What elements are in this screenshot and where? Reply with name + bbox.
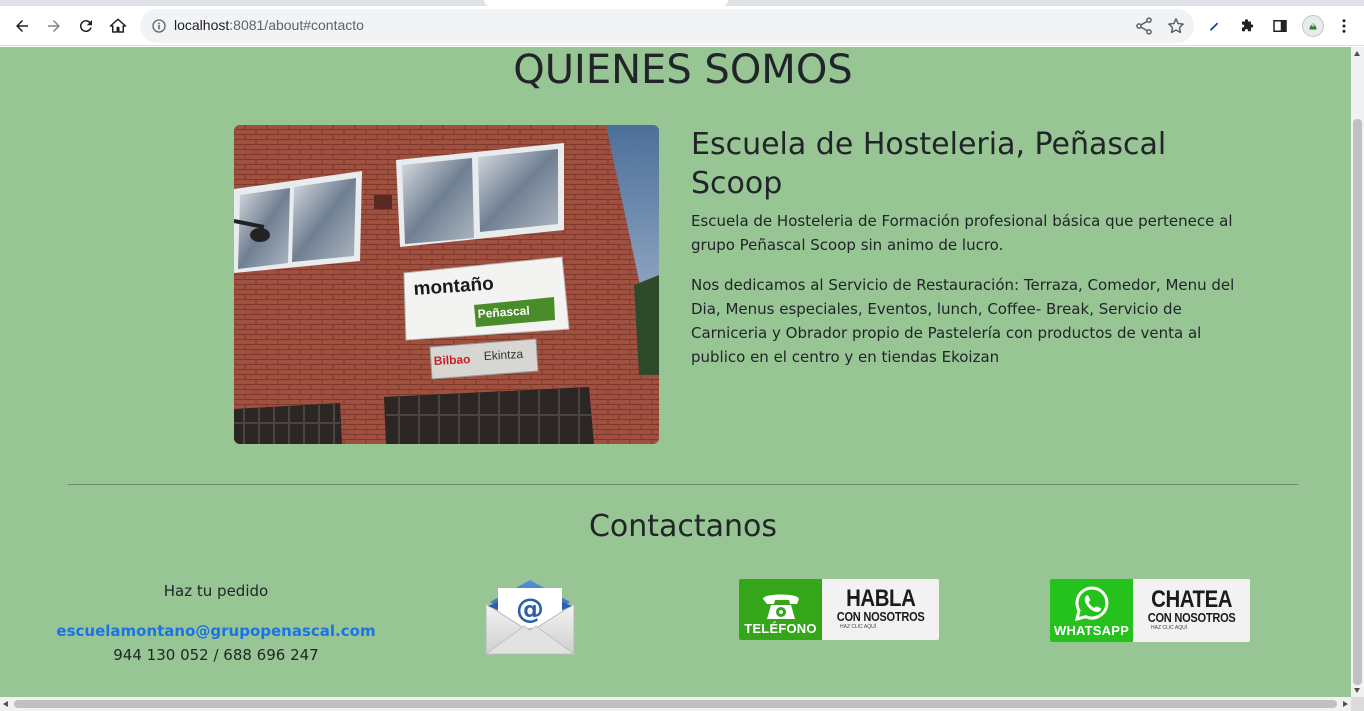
pen-extension-icon <box>1210 22 1218 31</box>
forward-button[interactable] <box>40 12 68 40</box>
order-lead: Haz tu pedido <box>163 582 269 600</box>
whatsapp-label: WHATSAPP <box>1053 623 1130 638</box>
about-section: Escuela de Hosteleria, Peñascal Scoop Es… <box>691 125 1237 385</box>
svg-text:@: @ <box>516 592 544 625</box>
back-button[interactable] <box>8 12 36 40</box>
phone-label: TELÉFONO <box>744 621 817 636</box>
horizontal-scrollbar[interactable] <box>0 697 1351 711</box>
section-divider <box>68 484 1298 485</box>
side-panel-button[interactable] <box>1266 12 1294 40</box>
page-viewport: QUIENES SOMOS montaño Peñascal Bilbao Ek… <box>0 47 1351 697</box>
sign-bilbao: Bilbao <box>433 352 470 368</box>
vertical-scroll-thumb[interactable] <box>1353 119 1362 685</box>
whatsapp-tiny-text: HAZ CLIC AQUÍ <box>1151 625 1188 631</box>
info-icon[interactable] <box>150 17 168 35</box>
about-heading: Escuela de Hosteleria, Peñascal Scoop <box>691 127 1167 201</box>
pen-extension-button[interactable] <box>1200 12 1228 40</box>
whatsapp-button[interactable]: WHATSAPP CHATEA CON NOSOTROS HAZ CLIC AQ… <box>1050 579 1250 642</box>
puzzle-extensions-icon <box>1242 19 1254 32</box>
extensions-button[interactable] <box>1234 12 1262 40</box>
profile-icon <box>1309 23 1317 30</box>
horizontal-scroll-thumb[interactable] <box>14 700 1337 708</box>
building-photo-graphic: montaño Peñascal Bilbao Ekintza <box>234 125 659 444</box>
whatsapp-panel: WHATSAPP <box>1050 579 1133 642</box>
url-text[interactable]: localhost:8081/about#contacto <box>174 17 364 33</box>
telephone-icon <box>762 594 799 619</box>
reload-button[interactable] <box>72 12 100 40</box>
sign-ekintza: Ekintza <box>483 347 523 363</box>
scroll-down-arrow-icon[interactable] <box>1354 688 1360 693</box>
home-icon <box>109 18 127 33</box>
back-icon <box>16 20 28 32</box>
call-tiny-text: HAZ CLIC AQUÍ <box>840 624 877 630</box>
school-building-photo: montaño Peñascal Bilbao Ekintza <box>234 125 659 444</box>
forward-icon <box>48 20 60 32</box>
home-button[interactable] <box>104 12 132 40</box>
email-link[interactable]: escuelamontano@grupopenascal.com <box>40 619 392 643</box>
browser-toolbar: localhost:8081/about#contacto <box>0 6 1364 46</box>
contact-title: Contactanos <box>588 509 778 544</box>
scroll-right-arrow-icon[interactable] <box>1343 700 1348 707</box>
call-text-panel: HABLA CON NOSOTROS HAZ CLIC AQUÍ <box>822 579 939 640</box>
call-big-text: HABLA <box>845 585 916 612</box>
kebab-menu-icon <box>1342 19 1346 33</box>
address-bar[interactable]: localhost:8081/about#contacto <box>140 9 1194 43</box>
order-info: Haz tu pedido escuelamontano@grupopenasc… <box>40 579 392 667</box>
about-paragraph-2: Nos dedicamos al Servicio de Restauració… <box>691 276 1235 366</box>
whatsapp-icon <box>1074 586 1108 622</box>
scroll-left-arrow-icon[interactable] <box>3 700 8 707</box>
scrollbar-corner <box>1351 697 1364 711</box>
whatsapp-big-text: CHATEA <box>1151 586 1232 613</box>
call-small-text: CON NOSOTROS <box>836 609 925 624</box>
share-icon[interactable] <box>1134 16 1154 36</box>
email-envelope-icon[interactable]: @ <box>484 580 576 656</box>
scroll-up-arrow-icon[interactable] <box>1354 51 1360 56</box>
profile-avatar[interactable] <box>1302 15 1324 37</box>
side-panel-icon <box>1273 20 1287 32</box>
call-us-button[interactable]: TELÉFONO HABLA CON NOSOTROS HAZ CLIC AQU… <box>739 579 939 640</box>
whatsapp-small-text: CON NOSOTROS <box>1147 610 1236 625</box>
menu-button[interactable] <box>1330 12 1358 40</box>
about-paragraph-1: Escuela de Hosteleria de Formación profe… <box>691 212 1233 254</box>
phone-panel: TELÉFONO <box>739 579 822 640</box>
vertical-scrollbar[interactable] <box>1351 47 1364 697</box>
page-title: QUIENES SOMOS <box>513 47 853 93</box>
whatsapp-text-panel: CHATEA CON NOSOTROS HAZ CLIC AQUÍ <box>1133 579 1250 642</box>
reload-icon <box>79 20 92 33</box>
phone-numbers: 944 130 052 / 688 696 247 <box>113 646 319 664</box>
bookmark-star-icon[interactable] <box>1166 16 1186 36</box>
